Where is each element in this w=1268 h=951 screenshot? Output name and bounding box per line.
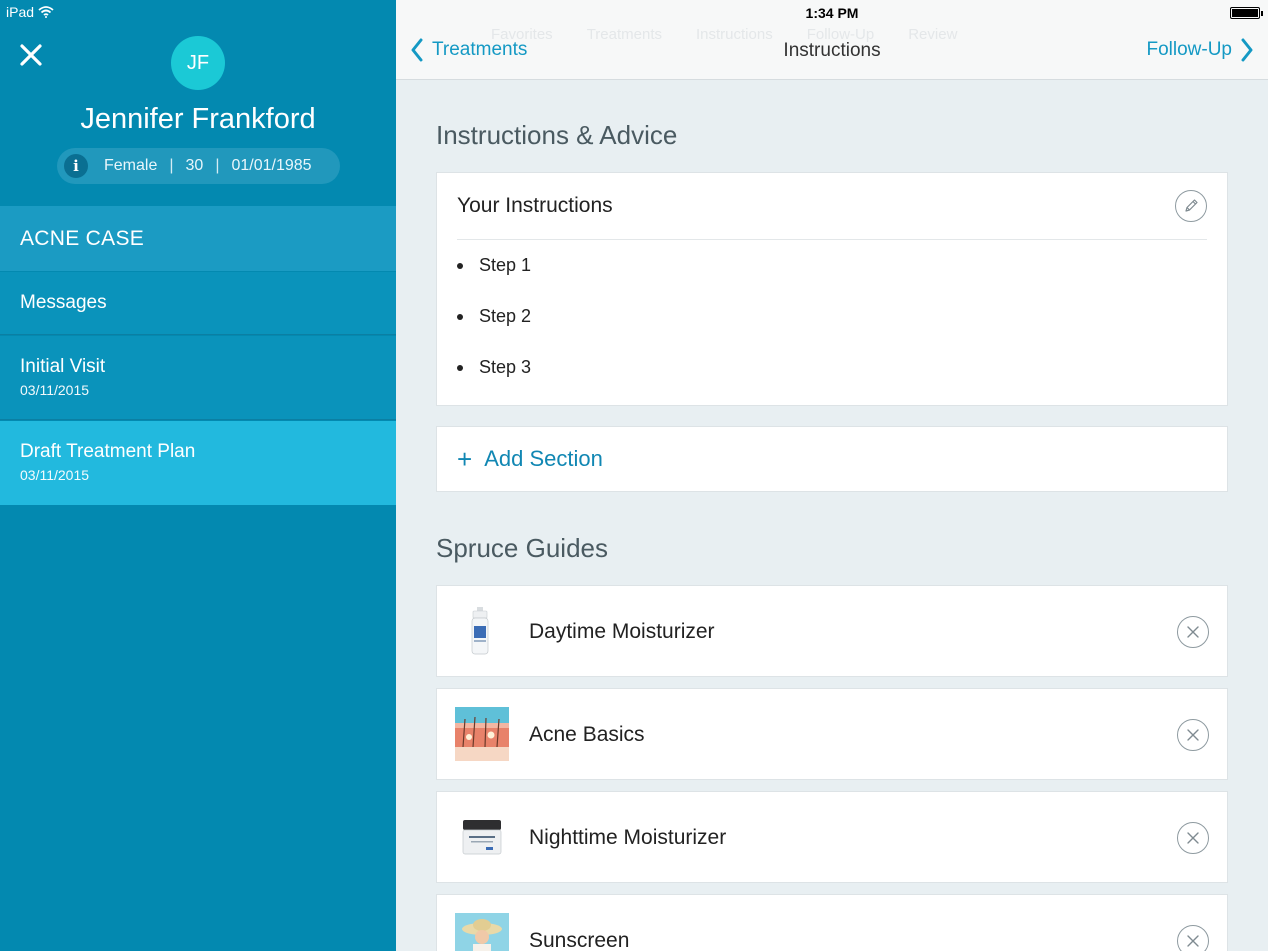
page-title: Instructions	[783, 40, 881, 61]
forward-label: Follow-Up	[1146, 39, 1232, 60]
forward-button[interactable]: Follow-Up	[1146, 38, 1254, 62]
remove-button[interactable]	[1177, 822, 1209, 854]
battery-icon	[1230, 7, 1263, 19]
guide-label: Acne Basics	[529, 723, 645, 746]
sidebar: iPad JF Jennifer Frankford i Female | 30…	[0, 0, 396, 951]
close-icon	[1187, 935, 1199, 947]
remove-button[interactable]	[1177, 925, 1209, 951]
avatar-initials: JF	[186, 51, 210, 74]
guide-item-acne-basics[interactable]: Acne Basics	[436, 688, 1228, 780]
plus-icon: +	[457, 444, 473, 474]
card-header: Your Instructions	[457, 173, 1207, 240]
instructions-section-title: Instructions & Advice	[436, 120, 678, 150]
status-time: 1:34 PM	[805, 5, 859, 21]
add-section-label: Add Section	[484, 446, 603, 471]
sidebar-item-date: 03/11/2015	[20, 467, 90, 483]
step-label: Step 1	[479, 255, 532, 275]
navigation-bar: 1:34 PM Favorites Treatments Instruction…	[396, 0, 1268, 80]
sun-hat-photo-icon	[455, 913, 509, 951]
edit-button[interactable]	[1175, 190, 1207, 222]
guide-item-sunscreen[interactable]: Sunscreen	[436, 894, 1228, 951]
add-section-button[interactable]: + Add Section	[436, 426, 1228, 492]
separator: |	[169, 157, 174, 174]
status-bar-left: iPad	[6, 4, 54, 20]
patient-name: Jennifer Frankford	[80, 103, 316, 135]
guide-label: Sunscreen	[529, 929, 630, 951]
separator: |	[215, 157, 220, 174]
bullet	[457, 313, 463, 320]
sidebar-item-date: 03/11/2015	[20, 382, 90, 398]
patient-dob: 01/01/1985	[231, 157, 312, 174]
guide-item-daytime-moisturizer[interactable]: Daytime Moisturizer	[436, 585, 1228, 677]
list-item[interactable]: Step 2	[457, 291, 531, 342]
moisturizer-bottle-icon	[471, 607, 489, 655]
patient-gender: Female	[104, 157, 158, 174]
guides-section-title: Spruce Guides	[436, 533, 608, 563]
patient-info-pill[interactable]: i Female | 30 | 01/01/1985	[57, 148, 340, 184]
close-icon	[1187, 832, 1199, 844]
close-icon	[1187, 729, 1199, 741]
info-icon: i	[64, 154, 88, 178]
instructions-card: Your Instructions Step 1 Step 2 Step 3	[436, 172, 1228, 406]
step-list: Step 1 Step 2 Step 3	[457, 240, 531, 393]
step-label: Step 3	[479, 357, 532, 377]
list-item[interactable]: Step 1	[457, 240, 531, 291]
bullet	[457, 262, 463, 269]
list-item[interactable]: Step 3	[457, 342, 531, 393]
main-content: 1:34 PM Favorites Treatments Instruction…	[396, 0, 1268, 951]
step-label: Step 2	[479, 306, 532, 326]
avatar: JF	[171, 36, 225, 90]
guide-label: Daytime Moisturizer	[529, 620, 715, 643]
sidebar-item-label: ACNE CASE	[20, 226, 145, 250]
device-label: iPad	[6, 4, 35, 20]
remove-button[interactable]	[1177, 616, 1209, 648]
sidebar-item-draft-treatment-plan[interactable]: Draft Treatment Plan 03/11/2015	[0, 421, 396, 505]
guide-item-nighttime-moisturizer[interactable]: Nighttime Moisturizer	[436, 791, 1228, 883]
sidebar-item-label: Messages	[20, 292, 107, 313]
sidebar-item-label: Draft Treatment Plan	[20, 441, 196, 462]
sidebar-item-messages[interactable]: Messages	[0, 272, 396, 335]
close-icon	[20, 44, 42, 66]
patient-age: 30	[185, 157, 204, 174]
pencil-icon	[1185, 199, 1198, 212]
wifi-icon	[38, 6, 54, 18]
chevron-right-icon	[1241, 38, 1253, 62]
skin-diagram-icon	[455, 707, 509, 761]
sidebar-item-label: Initial Visit	[20, 356, 106, 377]
close-icon	[1187, 626, 1199, 638]
sidebar-item-initial-visit[interactable]: Initial Visit 03/11/2015	[0, 336, 396, 420]
cream-jar-icon	[462, 820, 502, 855]
remove-button[interactable]	[1177, 719, 1209, 751]
sidebar-item-acne-case[interactable]: ACNE CASE	[0, 206, 396, 271]
guide-label: Nighttime Moisturizer	[529, 826, 727, 849]
card-title: Your Instructions	[457, 194, 613, 217]
close-button[interactable]	[18, 42, 44, 68]
bullet	[457, 364, 463, 371]
